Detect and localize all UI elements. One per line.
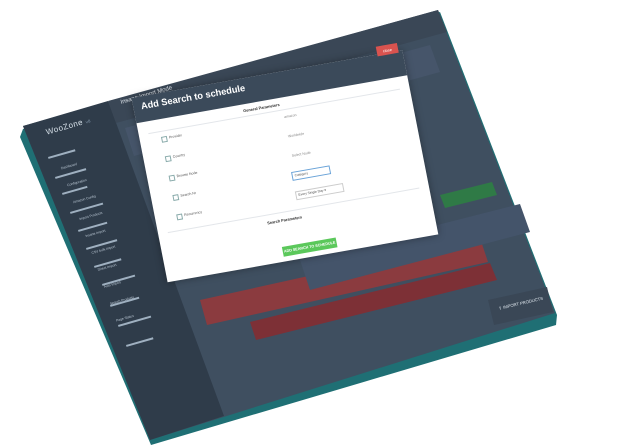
modal-title: Add Search to schedule [140, 83, 247, 113]
recurrency-checkbox[interactable] [176, 213, 184, 221]
country-checkbox[interactable] [164, 155, 172, 163]
search-parameters-title: Search Parameters [266, 214, 303, 226]
add-search-to-schedule-button[interactable]: ADD SEARCH TO SCHEDULE [281, 237, 338, 257]
chevron-down-icon: ▾ [323, 188, 327, 193]
provider-label: Provider [168, 133, 183, 140]
recurrency-select[interactable]: Every Single Day ▾ [294, 183, 345, 201]
divider [167, 187, 420, 234]
recurrency-label: Recurrency [183, 210, 203, 218]
country-value: Worldwide [287, 131, 305, 139]
search-nr-checkbox[interactable] [172, 194, 180, 201]
search-nr-label: Search Nr [180, 191, 197, 198]
browse-node-value: Select Node [291, 150, 312, 158]
modal-box: Add Search to schedule close General Par… [131, 42, 439, 283]
browse-node-label: Browse Node [176, 170, 198, 179]
provider-checkbox[interactable] [160, 135, 168, 143]
browse-node-checkbox[interactable] [168, 174, 176, 182]
provider-value: amazon [283, 113, 297, 120]
search-nr-field[interactable]: Category [291, 165, 332, 181]
country-label: Country [172, 152, 186, 159]
